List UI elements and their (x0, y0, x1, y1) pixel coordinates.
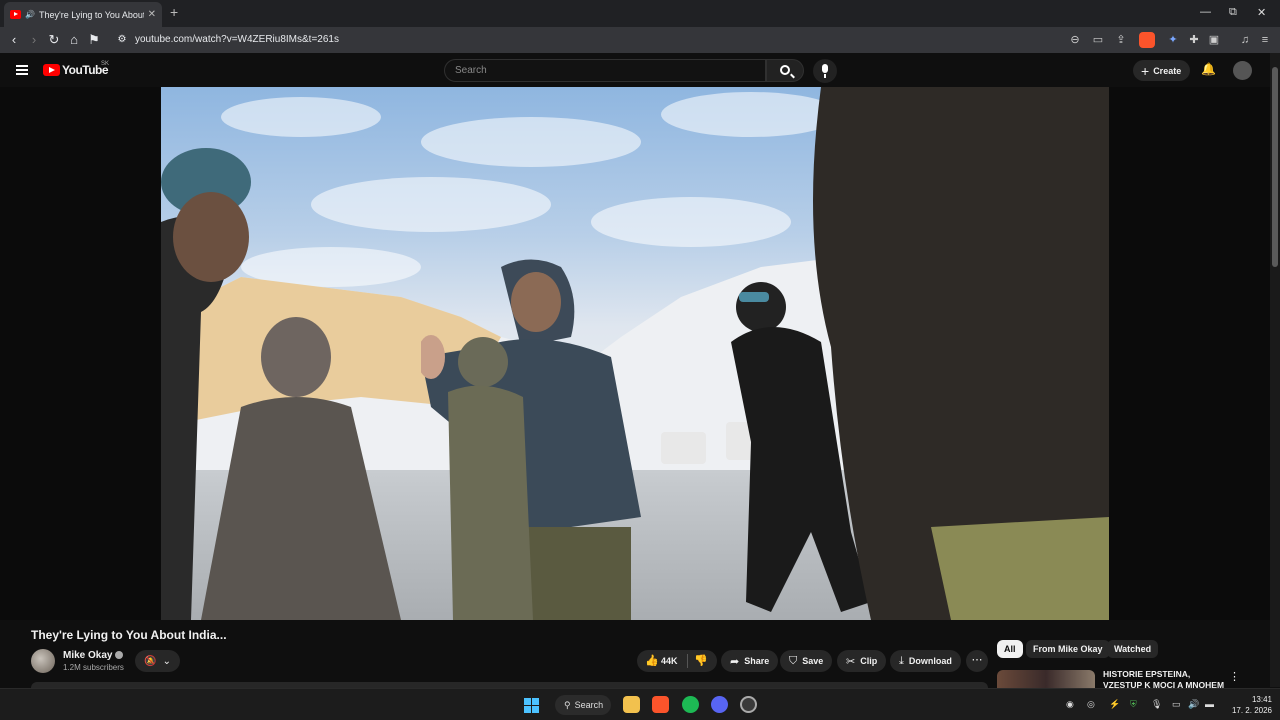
like-separator (687, 654, 688, 668)
create-label: Create (1153, 65, 1182, 76)
recommendation-title[interactable]: HISTORIE EPSTEINA, VZESTUP K MOCI A MNOH… (1103, 669, 1228, 688)
site-settings-icon[interactable]: ⚙ (114, 32, 130, 48)
hamburger-menu-icon[interactable] (16, 65, 28, 75)
recommendation-more-icon[interactable]: ⋮ (1229, 670, 1240, 683)
share-page-icon[interactable]: ⇪ (1114, 33, 1128, 47)
tray-steam-icon[interactable]: ◎ (1087, 699, 1095, 710)
forward-icon[interactable]: › (26, 32, 42, 48)
tray-battery-icon[interactable]: ▬ (1205, 699, 1214, 709)
video-frame[interactable] (161, 87, 1109, 620)
brave-browser-icon[interactable] (652, 696, 669, 713)
windows-start-icon[interactable] (524, 698, 539, 713)
taskbar-search-icon: ⚲ (564, 699, 571, 710)
discord-icon[interactable] (711, 696, 728, 713)
steam-icon[interactable] (740, 696, 757, 713)
taskbar-clock[interactable]: 13:41 17. 2. 2026 (1226, 694, 1272, 716)
taskbar-search-label: Search (574, 700, 604, 710)
file-explorer-icon[interactable] (623, 696, 640, 713)
tray-volume-icon[interactable]: 🔊 (1188, 699, 1199, 710)
download-icon: ⤓ (899, 654, 904, 667)
youtube-favicon-icon (10, 10, 21, 19)
speaker-icon[interactable]: 🔊 (25, 10, 35, 19)
page-scrollbar[interactable] (1270, 53, 1280, 687)
search-button[interactable] (766, 59, 804, 82)
home-icon[interactable]: ⌂ (66, 32, 82, 48)
verified-icon (115, 651, 124, 660)
scrollbar-thumb[interactable] (1272, 67, 1278, 267)
brave-shield-icon[interactable] (1139, 32, 1155, 48)
minimize-button[interactable]: — (1200, 6, 1211, 18)
save-icon: ⛉ (789, 654, 798, 667)
media-icon[interactable]: ♫ (1238, 33, 1252, 47)
taskbar-search[interactable]: ⚲ Search (555, 695, 611, 715)
tray-antivirus-icon[interactable]: ◉ (1066, 699, 1074, 710)
search-icon (780, 65, 790, 75)
plus-icon: + (1141, 62, 1150, 79)
chevron-down-icon: ⌄ (162, 655, 171, 667)
spotify-icon[interactable] (682, 696, 699, 713)
youtube-header: YouTube SK Search + Create 🔔 (0, 53, 1280, 87)
like-icon[interactable]: 👍 (645, 654, 659, 667)
tab-title: They're Lying to You About India... (38, 9, 144, 20)
share-label: Share (744, 656, 770, 666)
like-dislike-group: 👍 44K 👎 (637, 650, 717, 672)
filter-chip-from-channel[interactable]: From Mike Okay (1026, 640, 1110, 658)
close-window-button[interactable]: ✕ (1257, 6, 1266, 19)
cast-icon[interactable]: ▭ (1091, 33, 1105, 47)
channel-name-text[interactable]: Mike Okay (63, 650, 112, 661)
dislike-icon[interactable]: 👎 (694, 654, 708, 667)
reload-icon[interactable]: ↻ (46, 32, 62, 48)
restore-button[interactable]: ⧉ (1229, 6, 1237, 19)
leo-icon[interactable]: ✦ (1166, 33, 1180, 47)
video-player[interactable] (0, 87, 1270, 620)
voice-search-icon[interactable] (813, 59, 837, 83)
user-avatar[interactable] (1233, 61, 1252, 80)
search-input[interactable]: Search (444, 59, 766, 82)
tray-app-icon[interactable]: ⚡ (1109, 699, 1120, 710)
download-button[interactable]: ⤓ Download (890, 650, 961, 672)
extensions-icon[interactable]: ✚ (1187, 33, 1201, 47)
windows-taskbar: ⚲ Search ◉ ◎ ⚡ ⛨ 🎙 ▭ 🔊 ▬ 13:41 17. 2. 20… (0, 688, 1280, 720)
tab-close-icon[interactable]: ✕ (148, 9, 156, 20)
address-bar-url[interactable]: youtube.com/watch?v=W4ZERiu8IMs&t=261s (135, 34, 339, 45)
browser-toolbar: ‹ › ↻ ⌂ ⚑ ⚙ youtube.com/watch?v=W4ZERiu8… (0, 27, 1280, 53)
clock-date: 17. 2. 2026 (1231, 706, 1272, 715)
notifications-bell-icon[interactable]: 🔔 (1201, 62, 1216, 76)
subscribed-button[interactable]: 🔕 ⌄ (135, 650, 180, 672)
filter-chip-all[interactable]: All (997, 640, 1023, 658)
more-actions-icon[interactable]: ⋯ (966, 650, 988, 672)
youtube-logo-icon[interactable] (43, 64, 60, 76)
tray-shield-icon[interactable]: ⛨ (1130, 699, 1137, 710)
new-tab-button[interactable]: + (170, 4, 178, 20)
sidebar-icon[interactable]: ▣ (1207, 33, 1221, 47)
menu-icon[interactable]: ≡ (1258, 33, 1272, 47)
tray-mic-icon[interactable]: 🎙 (1151, 699, 1162, 710)
clip-button[interactable]: ✂ Clip (837, 650, 887, 672)
back-icon[interactable]: ‹ (6, 32, 22, 48)
browser-tab-bar: 🔊 They're Lying to You About India... ✕ … (0, 0, 1280, 27)
channel-avatar[interactable] (31, 649, 55, 673)
bookmark-icon[interactable]: ⚑ (86, 32, 102, 48)
tray-network-icon[interactable]: ▭ (1172, 699, 1181, 710)
clock-time: 13:41 (1251, 695, 1272, 704)
share-icon: ➦ (730, 655, 740, 668)
create-button[interactable]: + Create (1133, 60, 1190, 81)
browser-tab-active[interactable]: 🔊 They're Lying to You About India... ✕ (4, 2, 162, 27)
zoom-icon[interactable]: ⊖ (1068, 33, 1082, 47)
region-code: SK (101, 61, 110, 67)
filter-chip-watched[interactable]: Watched (1107, 640, 1159, 658)
save-button[interactable]: ⛉ Save (780, 650, 833, 672)
clip-label: Clip (860, 656, 878, 666)
like-count[interactable]: 44K (661, 656, 678, 666)
scissors-icon: ✂ (846, 655, 856, 668)
download-label: Download (908, 656, 952, 666)
bell-off-icon: 🔕 (144, 655, 157, 667)
video-title: They're Lying to You About India... (31, 628, 227, 642)
channel-name[interactable]: Mike Okay (63, 650, 124, 661)
subscriber-count: 1.2M subscribers (63, 663, 124, 672)
save-label: Save (802, 656, 824, 666)
share-button[interactable]: ➦ Share (721, 650, 779, 672)
recommendation-thumbnail[interactable] (997, 670, 1095, 688)
